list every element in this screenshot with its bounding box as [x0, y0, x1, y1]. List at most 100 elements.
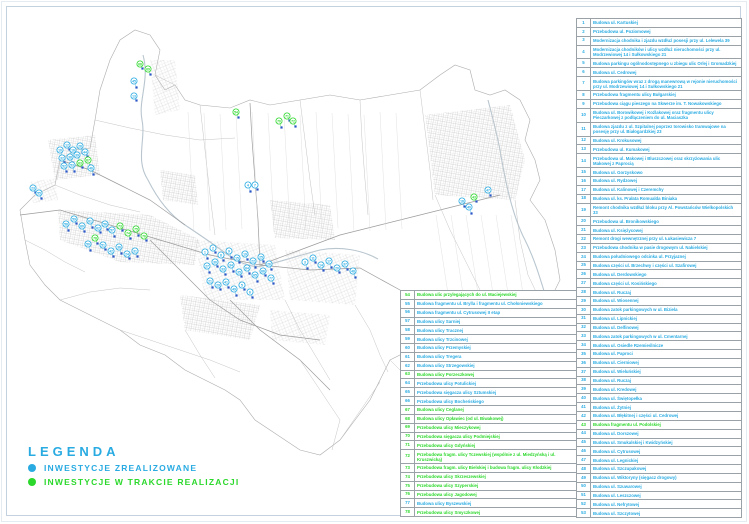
site-square-icon	[346, 268, 348, 270]
investment-number: 13	[577, 145, 591, 153]
investment-label: Budowa ul. Błękitnej i części ul. Cedrow…	[591, 412, 742, 420]
svg-text:49: 49	[232, 287, 236, 291]
investment-number: 65	[401, 388, 415, 396]
investment-number: 22	[577, 235, 591, 243]
investment-row: 46Budowa ul. Cytrusowej	[577, 447, 742, 456]
investment-label: Modernizacja chodników i ulicy wzdłuż ni…	[591, 46, 742, 59]
map-marker: 40	[466, 204, 473, 215]
site-square-icon	[89, 249, 91, 251]
svg-text:56: 56	[103, 222, 107, 226]
legend: LEGENDA INWESTYCJE ZREALIZOWANE INWESTYC…	[28, 444, 239, 487]
investment-number: 53	[577, 509, 591, 517]
investment-row: 37Budowa ul. Wieluńskiej	[577, 368, 742, 377]
investment-row: 15Budowa ul. Gorzyskowo	[577, 168, 742, 177]
investment-label: Budowa ul. Cedrowej	[591, 68, 742, 76]
investment-label: Przebudowa ulicy Szyperskiej	[415, 482, 577, 490]
investment-label: Budowa ul. Szczupakowej	[591, 465, 742, 473]
svg-text:32: 32	[60, 156, 64, 160]
investment-row: 31Budowa ul. Lipnickiej	[577, 315, 742, 324]
investment-label: Budowa ul. Świętopełka	[591, 394, 742, 402]
site-square-icon	[137, 234, 139, 236]
investment-number: 8	[577, 91, 591, 99]
site-square-icon	[216, 265, 218, 267]
investment-label: Budowa zatok parkingowych w ul. Cmentarn…	[591, 332, 742, 340]
site-square-icon	[475, 200, 477, 202]
svg-text:55: 55	[37, 191, 41, 195]
investment-number: 69	[401, 424, 415, 432]
investment-number: 67	[401, 406, 415, 414]
svg-text:7: 7	[254, 183, 256, 187]
investment-number: 27	[577, 279, 591, 287]
site-square-icon	[104, 248, 106, 250]
svg-text:16: 16	[71, 148, 75, 152]
investment-number: 71	[401, 441, 415, 449]
investment-number: 68	[401, 415, 415, 423]
investment-number: 75	[401, 482, 415, 490]
investment-label: Przebudowa ul. Bronikowskiego	[591, 217, 742, 225]
svg-text:23: 23	[31, 186, 35, 190]
site-square-icon	[149, 73, 151, 75]
svg-text:66: 66	[261, 269, 265, 273]
investment-row: 16Budowa ul. Rydzowej	[577, 177, 742, 186]
investment-row: 7Budowa parkingów wraz z drogą manewrową…	[577, 77, 742, 91]
svg-text:36: 36	[117, 245, 121, 249]
map-marker: 69	[145, 66, 152, 76]
svg-text:25: 25	[259, 255, 263, 259]
investment-row: 20Przebudowa ul. Bronikowskiego	[577, 217, 742, 226]
investment-row: 41Budowa ul. Żytniej	[577, 403, 742, 412]
map-marker: 18	[459, 198, 466, 208]
svg-text:57: 57	[110, 228, 114, 232]
svg-text:69: 69	[146, 67, 150, 71]
svg-text:50: 50	[86, 242, 90, 246]
investment-row: 67Budowa ulicy Ceglanej	[401, 406, 577, 415]
investment-row: 18Budowa ul. ks. Prałata Romualda Biniak…	[577, 195, 742, 204]
svg-text:29: 29	[216, 283, 220, 287]
investment-number: 10	[577, 109, 591, 122]
investment-number: 64	[401, 379, 415, 387]
svg-text:33: 33	[221, 267, 225, 271]
investment-row: 73Przebudowa fragm. ulicy Bielskiej i bu…	[401, 464, 577, 473]
svg-text:15: 15	[235, 256, 239, 260]
investment-number: 60	[401, 344, 415, 352]
investment-number: 7	[577, 77, 591, 90]
svg-text:60: 60	[80, 224, 84, 228]
investment-label: Przebudowa ulicy Gdyńskiej	[415, 441, 577, 449]
investment-label: Budowa ul. Paproci	[591, 350, 742, 358]
investment-label: Budowa ul. Szuwarowej	[591, 483, 742, 491]
investment-label: Przebudowa ulicy Skrzeszewskiej	[415, 473, 577, 481]
investment-number: 14	[577, 154, 591, 167]
investment-row: 9Przebudowa ciągu pieszego na Skwerze im…	[577, 100, 742, 109]
investment-row: 11Budowa zjazdu z ul. Szpitalnej poprzez…	[577, 123, 742, 137]
site-square-icon	[106, 228, 108, 230]
investment-row: 78Przebudowa ulicy Smyczkowej	[401, 508, 577, 517]
investment-label: Budowa zjazdu z ul. Szpitalnej poprzez t…	[591, 123, 742, 136]
site-square-icon	[73, 170, 75, 172]
investment-row: 32Budowa ul. Delfinowej	[577, 324, 742, 333]
investment-row: 63Budowa ulicy Porzeczkowej	[401, 371, 577, 380]
investment-row: 56Budowa fragmentu ul. Cytrusowej II eta…	[401, 309, 577, 318]
investment-label: Budowa ul. Delfinowej	[591, 324, 742, 332]
investment-label: Budowa południowego odcinka ul. Przyjazn…	[591, 253, 742, 261]
investment-label: Budowa ul. Kartuskiej	[591, 19, 742, 27]
svg-text:27: 27	[205, 264, 209, 268]
investment-number: 30	[577, 306, 591, 314]
legend-item-completed: INWESTYCJE ZREALIZOWANE	[28, 463, 239, 473]
investment-label: Budowa ul. Wieluńskiej	[591, 368, 742, 376]
site-square-icon	[264, 274, 266, 276]
svg-text:26: 26	[267, 262, 271, 266]
site-square-icon	[270, 268, 272, 270]
site-square-icon	[489, 194, 491, 196]
investment-number: 74	[401, 473, 415, 481]
svg-text:34: 34	[229, 263, 233, 267]
investment-number: 25	[577, 262, 591, 270]
site-square-icon	[121, 229, 123, 231]
investment-number: 16	[577, 177, 591, 185]
investment-label: Budowa ul. Osiedle Rzemieślnicze	[591, 341, 742, 349]
svg-text:42: 42	[109, 249, 113, 253]
investment-label: Budowa części ul. Brzechwy i części ul. …	[591, 262, 742, 270]
investment-number: 59	[401, 335, 415, 343]
investment-row: 1Budowa ul. Kartuskiej	[577, 19, 742, 28]
map-marker: 13	[131, 93, 138, 102]
investment-number: 40	[577, 394, 591, 402]
investment-number: 66	[401, 397, 415, 405]
